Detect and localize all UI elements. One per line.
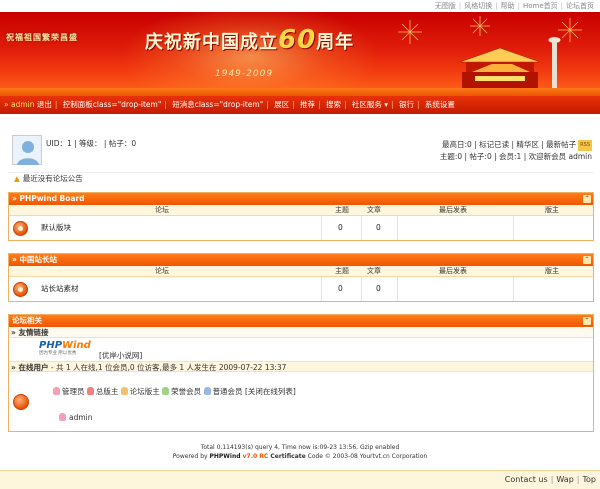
person-icon	[59, 413, 66, 421]
quick-links[interactable]: 最高日:0 | 标记已读 | 精华区 | 最新帖子	[442, 140, 576, 149]
user-avatar-icon	[17, 141, 39, 165]
online-user-admin[interactable]: admin	[59, 413, 93, 422]
chevron-down-icon: ▾	[384, 100, 389, 109]
banner-years: 1949-2009	[215, 69, 274, 79]
bottom-bar: Contact us | Wap | Top	[0, 470, 600, 489]
footer-powered: Powered by PHPWind v7.0 RC Certificate C…	[172, 453, 428, 460]
nav-item-recommend[interactable]: 推荐	[300, 100, 315, 109]
forum-name[interactable]: 默认版块	[41, 216, 71, 240]
forum-row: 站长站素材 0 0	[9, 277, 593, 301]
nav-item-community[interactable]: 社区服务 ▾	[352, 100, 388, 109]
site-banner: 祝福祖国繁荣昌盛 庆祝新中国成立60周年 1949-2009	[0, 12, 600, 96]
top-link[interactable]: Top	[583, 475, 597, 484]
person-icon	[53, 387, 60, 395]
legend-forum-mod: 论坛版主	[120, 387, 160, 396]
person-icon	[120, 387, 128, 395]
link-no-image[interactable]: 无图版	[435, 2, 456, 10]
collapse-icon[interactable]: ⌃	[583, 195, 591, 203]
legend-honor-member: 荣誉会员	[162, 387, 201, 396]
contact-link[interactable]: Contact us	[505, 475, 548, 484]
collapse-icon[interactable]: ⌃	[583, 256, 591, 264]
collapse-icon[interactable]: ⌃	[583, 317, 591, 325]
announcement-bar: ▲ 最近没有论坛公告	[8, 172, 594, 184]
link-home[interactable]: Home首页	[523, 2, 558, 10]
user-stats: UID：1 | 等级： | 帖子：0	[46, 139, 137, 148]
rss-icon[interactable]: RSS	[578, 139, 592, 151]
phpwind-logo[interactable]: PHPWind 因为专业 所以优秀	[39, 340, 91, 356]
online-users-header: » 在线用户 - 共 1 人在线,1 位会员,0 位访客,最多 1 人发生在 2…	[9, 361, 593, 372]
link-forum-home[interactable]: 论坛首页	[566, 2, 594, 10]
banner-headline: 庆祝新中国成立60周年	[145, 25, 355, 55]
warning-icon: ▲	[14, 174, 20, 183]
member-stats: 主题:0 | 帖子:0 | 会员:1 | 欢迎新会员 admin	[439, 151, 592, 161]
online-icon	[13, 394, 29, 410]
footer-info: Total 0.114193(s) query 4, Time now is:0…	[0, 443, 600, 461]
forum-name[interactable]: 站长站素材	[41, 277, 79, 301]
nav-item-settings[interactable]: 系统设置	[425, 100, 455, 109]
link-help[interactable]: 帮助	[501, 2, 515, 10]
person-icon	[86, 387, 94, 395]
avatar[interactable]	[12, 135, 42, 165]
announcement-text: 最近没有论坛公告	[22, 174, 83, 183]
nav-item-control-panel[interactable]: 控制面板class="drop-item"	[63, 100, 161, 109]
person-icon	[203, 387, 211, 395]
online-users: 管理员 总版主 论坛版主 荣誉会员 普通会员 [关闭在线列表] admin	[9, 372, 593, 433]
forum-section-chinaz: » 中国站长站 ⌃ 论坛 主题 文章 最后发表 版主 站长站素材 0 0	[8, 253, 594, 302]
nav-item-logout[interactable]: 退出	[37, 100, 52, 109]
banner-slogan: 祝福祖国繁荣昌盛	[6, 33, 78, 42]
nav-item-search[interactable]: 搜索	[326, 100, 341, 109]
friend-links: PHPWind 因为专业 所以优秀 [优岸小说网]	[9, 338, 593, 361]
close-online-list-link[interactable]: [关闭在线列表]	[245, 387, 296, 396]
user-group-legend: 管理员 总版主 论坛版主 荣誉会员 普通会员 [关闭在线列表]	[53, 386, 296, 397]
top-links-bar: 无图版 | 风格切换 | 帮助 | Home首页 | 论坛首页	[0, 0, 600, 12]
section-header[interactable]: » PHPwind Board ⌃	[9, 193, 593, 205]
section-header[interactable]: 论坛相关 ⌃	[9, 315, 593, 327]
main-nav: » admin 退出 | 控制面板class="drop-item" | 短消息cl…	[0, 96, 600, 114]
forum-row: 默认版块 0 0	[9, 216, 593, 240]
nav-item-bank[interactable]: 银行	[399, 100, 414, 109]
nav-item-showcase[interactable]: 展区	[274, 100, 289, 109]
friend-links-label: » 友情链接	[9, 327, 593, 338]
user-info-panel: UID：1 | 等级： | 帖子：0 最高日:0 | 标记已读 | 精华区 | …	[8, 133, 594, 171]
forum-related-section: 论坛相关 ⌃ » 友情链接 PHPWind 因为专业 所以优秀 [优岸小说网] »…	[8, 314, 594, 432]
legend-member: 普通会员	[203, 387, 243, 396]
footer-stats: Total 0.114193(s) query 4, Time now is:0…	[200, 444, 400, 451]
legend-super-mod: 总版主	[86, 387, 118, 396]
fireworks-illustration	[398, 16, 582, 96]
section-header[interactable]: » 中国站长站 ⌃	[9, 254, 593, 266]
link-style-switch[interactable]: 风格切换	[464, 2, 492, 10]
forum-icon	[13, 282, 28, 297]
forum-icon	[13, 221, 28, 236]
person-icon	[162, 387, 170, 395]
column-headers: 论坛 主题 文章 最后发表 版主	[9, 205, 593, 216]
nav-user-admin[interactable]: » admin	[4, 100, 34, 109]
column-headers: 论坛 主题 文章 最后发表 版主	[9, 266, 593, 277]
nav-item-messages[interactable]: 短消息class="drop-item"	[172, 100, 263, 109]
wap-link[interactable]: Wap	[556, 475, 573, 484]
forum-section-phpwind: » PHPwind Board ⌃ 论坛 主题 文章 最后发表 版主 默认版块 0…	[8, 192, 594, 241]
friend-link[interactable]: [优岸小说网]	[99, 350, 142, 361]
legend-admin: 管理员	[53, 387, 85, 396]
forum-stats: 最高日:0 | 标记已读 | 精华区 | 最新帖子 RSS 主题:0 | 帖子:0…	[440, 139, 592, 162]
